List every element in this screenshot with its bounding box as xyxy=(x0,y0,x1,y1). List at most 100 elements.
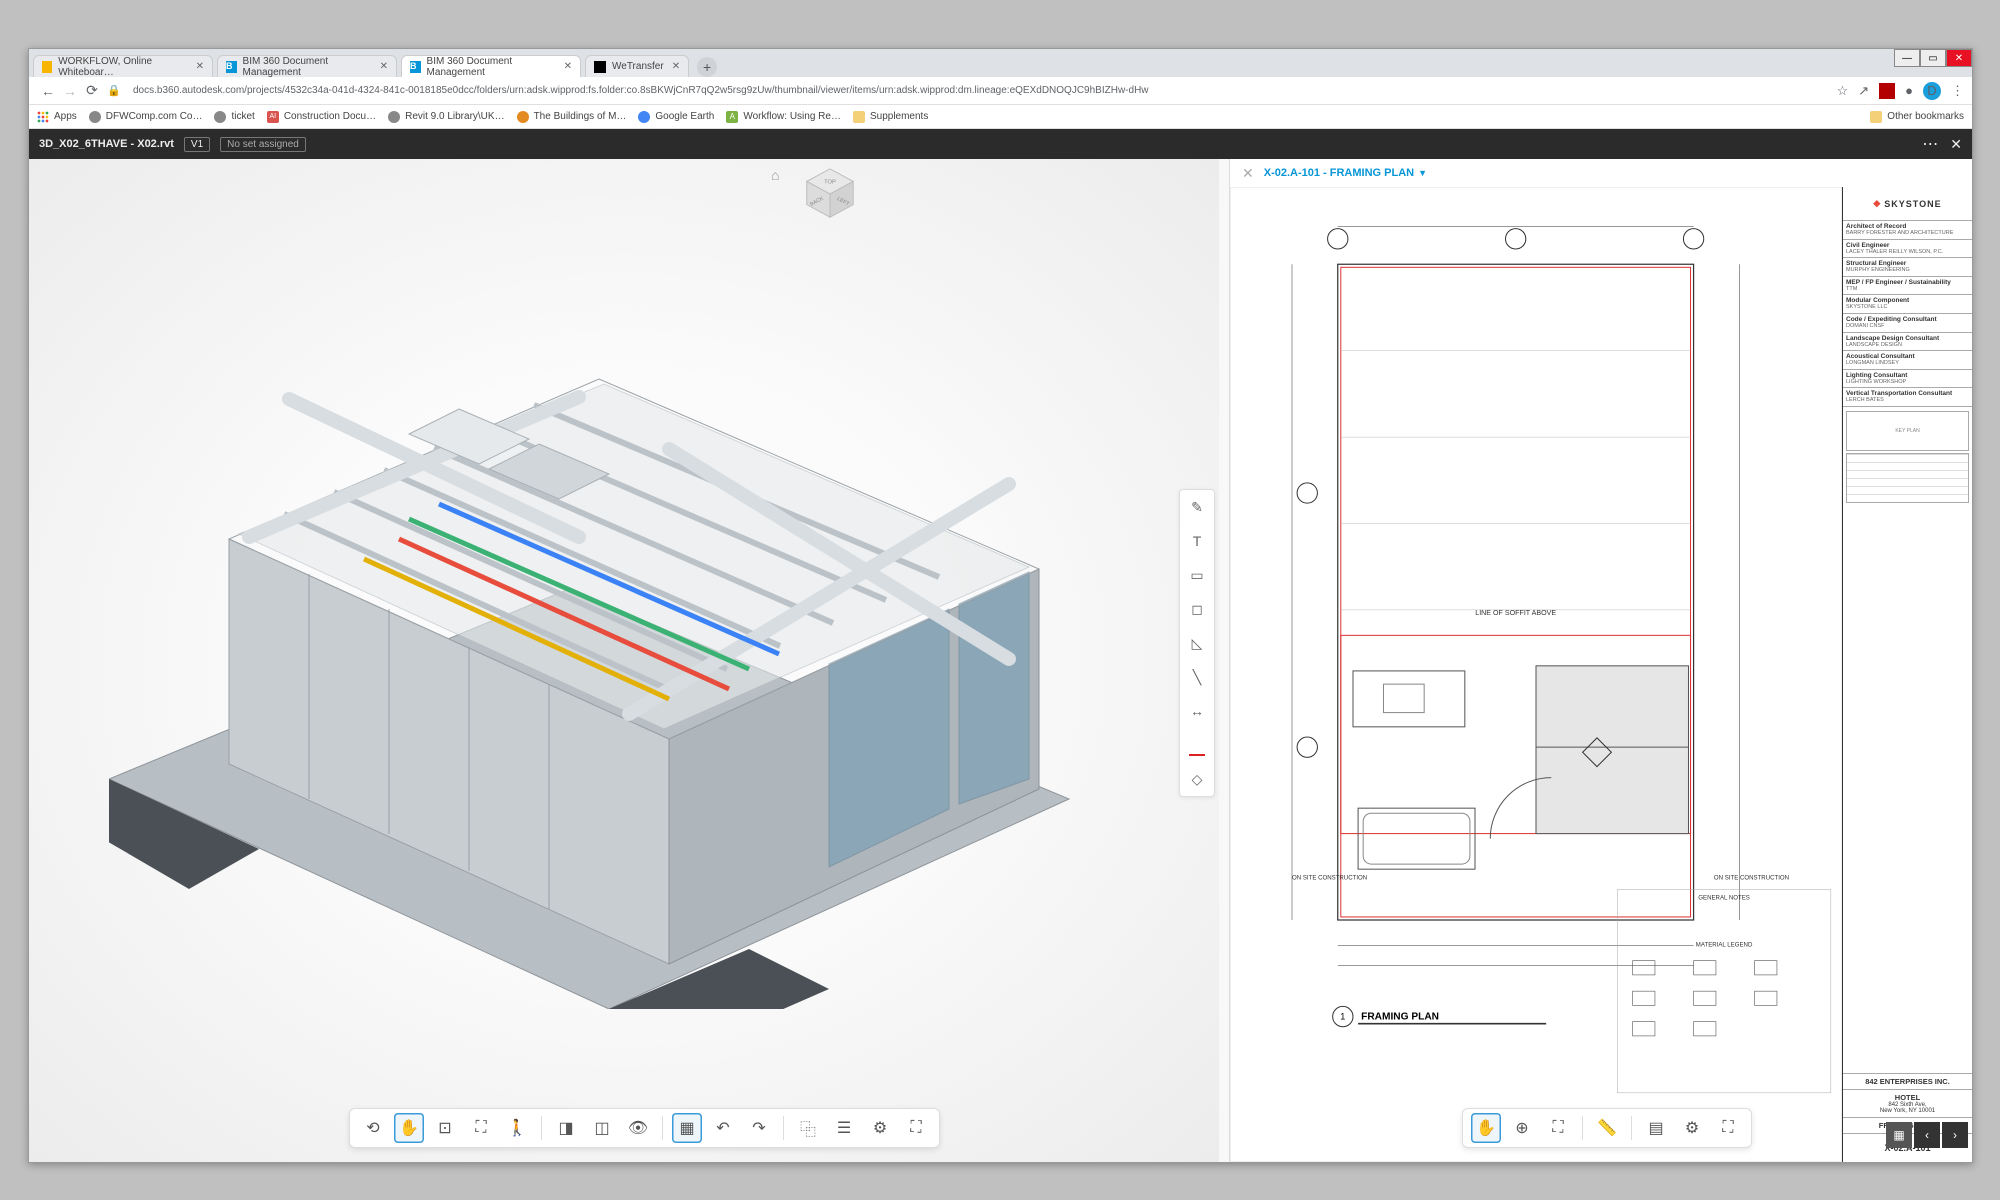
sheet-panel: ✕ X-02.A-101 - FRAMING PLAN▼ xyxy=(1229,159,1972,1162)
key-plan: KEY PLAN xyxy=(1846,411,1969,451)
dimension-icon[interactable]: ↔ xyxy=(1186,700,1208,722)
undo-icon[interactable]: ↶ xyxy=(708,1113,738,1143)
callout-icon[interactable]: ▭ xyxy=(1186,564,1208,586)
set-badge[interactable]: No set assigned xyxy=(220,137,306,152)
cast-icon[interactable]: ↗ xyxy=(1858,83,1869,99)
bookmark-item[interactable]: Supplements xyxy=(853,111,928,123)
viewer-3d-canvas[interactable]: ⌂ TOP BACK LEFT xyxy=(29,159,1219,1162)
sheet-drawing-area[interactable]: LINE OF SOFFIT ABOVE ON SITE CONSTRUCTIO… xyxy=(1230,187,1842,1162)
next-sheet-button[interactable]: › xyxy=(1942,1122,1968,1148)
tab-wetransfer[interactable]: WeTransfer ✕ xyxy=(585,55,689,77)
pan-icon[interactable]: ✋ xyxy=(394,1113,424,1143)
measure-icon[interactable]: 📏 xyxy=(1592,1113,1622,1143)
measure-icon[interactable]: ▦ xyxy=(672,1113,702,1143)
explode-icon[interactable]: 👁 xyxy=(623,1113,653,1143)
tab-bim-1[interactable]: B BIM 360 Document Management ✕ xyxy=(217,55,397,77)
reload-button[interactable]: ⟳ xyxy=(81,80,103,102)
fit-icon[interactable]: ⛶ xyxy=(1543,1113,1573,1143)
section-icon[interactable]: ◫ xyxy=(587,1113,617,1143)
tab-bim-2-active[interactable]: B BIM 360 Document Management ✕ xyxy=(401,55,581,77)
svg-text:TOP: TOP xyxy=(824,179,836,185)
minimize-button[interactable]: — xyxy=(1894,49,1920,67)
site-info-icon[interactable]: 🔒 xyxy=(103,80,125,102)
bookmark-item[interactable]: AWorkflow: Using Re… xyxy=(726,111,841,123)
extension-dot-icon[interactable]: ● xyxy=(1905,83,1913,98)
grid-view-button[interactable]: ▦ xyxy=(1886,1122,1912,1148)
close-window-button[interactable]: ✕ xyxy=(1946,49,1972,67)
adobe-extension-icon[interactable] xyxy=(1879,83,1895,99)
bookmark-item[interactable]: The Buildings of M… xyxy=(517,111,627,123)
folder-icon xyxy=(853,111,865,123)
bookmark-item[interactable]: DFWComp.com Co… xyxy=(89,111,203,123)
rect-select-icon[interactable]: ◻ xyxy=(1186,598,1208,620)
text-icon[interactable]: T xyxy=(1186,530,1208,552)
orbit-icon[interactable]: ⟲ xyxy=(358,1113,388,1143)
back-button[interactable]: ← xyxy=(37,80,59,102)
eraser-icon[interactable]: ◇ xyxy=(1186,768,1208,790)
tab-workflow[interactable]: WORKFLOW, Online Whiteboar… ✕ xyxy=(33,55,213,77)
view-cube[interactable]: ⌂ TOP BACK LEFT xyxy=(801,165,859,223)
model-browser-icon[interactable]: ⿻ xyxy=(793,1113,823,1143)
earth-icon xyxy=(638,111,650,123)
globe-icon xyxy=(89,111,101,123)
apps-grid-icon xyxy=(37,111,49,123)
close-viewer-button[interactable]: ✕ xyxy=(1950,136,1962,153)
close-tab-icon[interactable]: ✕ xyxy=(196,61,204,72)
favicon-bim: B xyxy=(226,61,237,73)
bookmark-item[interactable]: Revit 9.0 Library\UK… xyxy=(388,111,504,123)
star-icon[interactable]: ☆ xyxy=(1837,83,1849,99)
close-panel-icon[interactable]: ✕ xyxy=(1242,165,1254,182)
close-tab-icon[interactable]: ✕ xyxy=(672,61,680,72)
other-bookmarks[interactable]: Other bookmarks xyxy=(1870,111,1964,123)
globe-icon xyxy=(214,111,226,123)
settings-icon[interactable]: ⚙ xyxy=(1677,1113,1707,1143)
sheet-body: LINE OF SOFFIT ABOVE ON SITE CONSTRUCTIO… xyxy=(1230,187,1972,1162)
close-tab-icon[interactable]: ✕ xyxy=(380,61,388,72)
line-icon[interactable]: ╲ xyxy=(1186,666,1208,688)
maximize-button[interactable]: ▭ xyxy=(1920,49,1946,67)
pan-icon[interactable]: ✋ xyxy=(1471,1113,1501,1143)
svg-text:GENERAL NOTES: GENERAL NOTES xyxy=(1698,895,1750,902)
zoom-window-icon[interactable]: ⊡ xyxy=(430,1113,460,1143)
home-icon[interactable]: ⌂ xyxy=(771,167,779,183)
walk-icon[interactable]: 🚶 xyxy=(502,1113,532,1143)
sheet-header: ✕ X-02.A-101 - FRAMING PLAN▼ xyxy=(1230,159,1972,187)
fullscreen-icon[interactable]: ⛶ xyxy=(1713,1113,1743,1143)
bookmark-apps[interactable]: Apps xyxy=(37,111,77,123)
address-bar[interactable]: docs.b360.autodesk.com/projects/4532c34a… xyxy=(125,85,1837,96)
version-badge[interactable]: V1 xyxy=(184,137,210,152)
favicon-bim: B xyxy=(410,61,421,73)
bookmark-item[interactable]: Google Earth xyxy=(638,111,714,123)
zoom-icon[interactable]: ⊕ xyxy=(1507,1113,1537,1143)
header-menu-icon[interactable]: ⋯ xyxy=(1922,134,1940,154)
profile-avatar[interactable]: D xyxy=(1923,82,1941,100)
settings-icon[interactable]: ⚙ xyxy=(865,1113,895,1143)
browser-toolbar: ← → ⟳ 🔒 docs.b360.autodesk.com/projects/… xyxy=(29,77,1972,105)
tab-label: WORKFLOW, Online Whiteboar… xyxy=(58,56,187,78)
firm-logo: ◆SKYSTONE xyxy=(1843,187,1972,221)
fit-icon[interactable]: ⛶ xyxy=(466,1113,496,1143)
polyline-icon[interactable]: ◺ xyxy=(1186,632,1208,654)
forward-button[interactable]: → xyxy=(59,80,81,102)
redo-icon[interactable]: ↷ xyxy=(744,1113,774,1143)
title-block: ◆SKYSTONE Architect of RecordBARRY FORES… xyxy=(1842,187,1972,1162)
properties-icon[interactable]: ☰ xyxy=(829,1113,859,1143)
sheet-title-dropdown[interactable]: X-02.A-101 - FRAMING PLAN▼ xyxy=(1264,167,1427,179)
chrome-menu-icon[interactable]: ⋮ xyxy=(1951,83,1964,99)
bookmark-item[interactable]: AIConstruction Docu… xyxy=(267,111,376,123)
firstperson-icon[interactable]: ◨ xyxy=(551,1113,581,1143)
layers-icon[interactable]: ▤ xyxy=(1641,1113,1671,1143)
bookmark-item[interactable]: ticket xyxy=(214,111,254,123)
toolbar-3d: ⟲ ✋ ⊡ ⛶ 🚶 ◨ ◫ 👁 ▦ ↶ ↷ ⿻ ☰ ⚙ ⛶ xyxy=(349,1108,940,1148)
bim-header: 3D_X02_6THAVE - X02.rvt V1 No set assign… xyxy=(29,129,1972,159)
dot-icon xyxy=(517,111,529,123)
folder-icon xyxy=(1870,111,1882,123)
close-tab-icon[interactable]: ✕ xyxy=(564,61,572,72)
module-3d-model xyxy=(109,309,1109,1009)
pencil-icon[interactable]: ✎ xyxy=(1186,496,1208,518)
prev-sheet-button[interactable]: ‹ xyxy=(1914,1122,1940,1148)
highlight-icon[interactable] xyxy=(1189,734,1205,756)
toolbar-2d: ✋ ⊕ ⛶ 📏 ▤ ⚙ ⛶ xyxy=(1462,1108,1752,1148)
new-tab-button[interactable]: + xyxy=(697,57,717,77)
fullscreen-icon[interactable]: ⛶ xyxy=(901,1113,931,1143)
